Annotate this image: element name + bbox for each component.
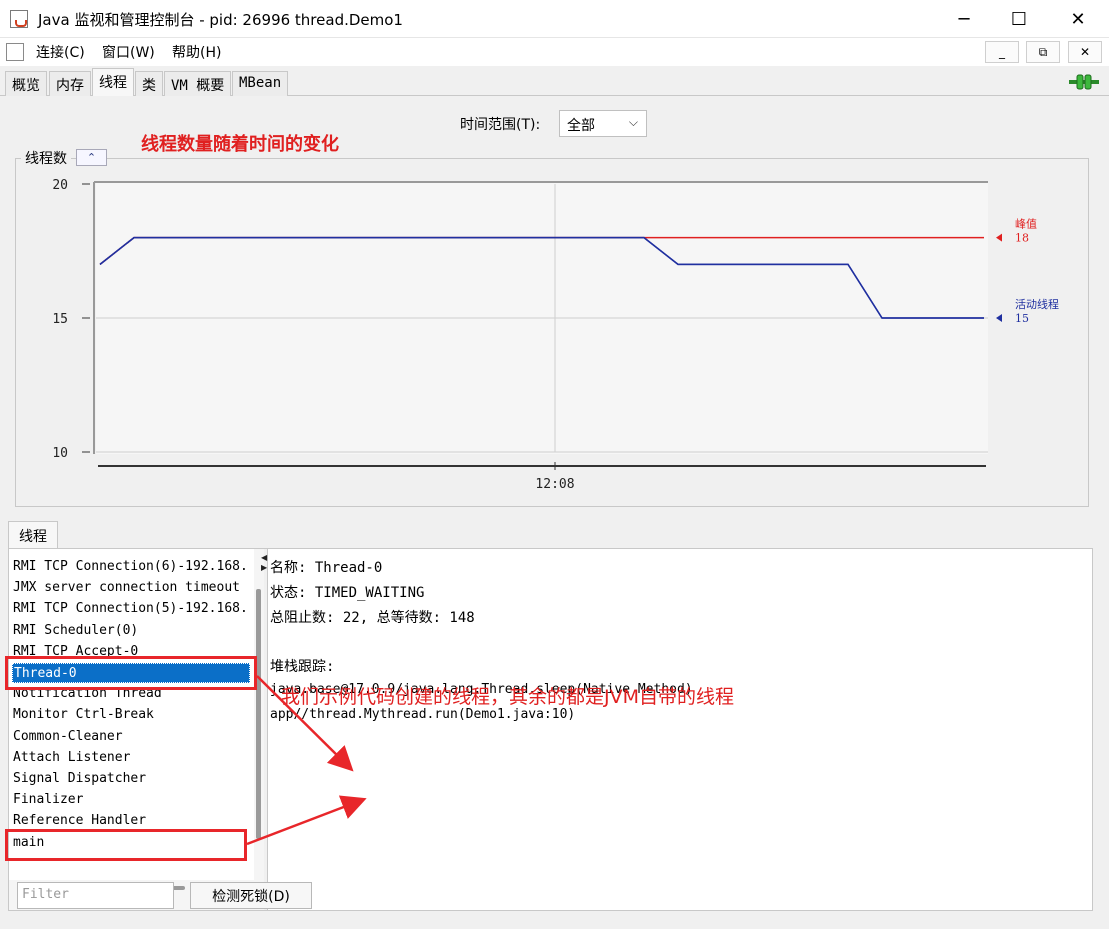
detect-deadlock-button[interactable]: 检测死锁(D) — [190, 882, 312, 909]
title-bar: Java 监视和管理控制台 - pid: 26996 thread.Demo1 … — [0, 0, 1109, 38]
thread-list-item[interactable]: main — [12, 833, 250, 853]
tab-mbean[interactable]: MBean — [232, 71, 289, 96]
thread-list-item[interactable]: Thread-0 — [12, 663, 250, 683]
minimize-button[interactable]: ─ — [939, 0, 989, 38]
stack-trace-title: 堆栈跟踪: — [270, 659, 335, 675]
thread-list-item[interactable]: Signal Dispatcher — [12, 769, 250, 789]
tab-threads[interactable]: 线程 — [92, 68, 134, 97]
close-button[interactable]: ✕ — [1053, 0, 1103, 38]
thread-list-item[interactable]: Reference Handler — [12, 811, 250, 831]
window-title: Java 监视和管理控制台 - pid: 26996 thread.Demo1 — [38, 11, 403, 29]
thread-list-item[interactable]: RMI TCP Connection(6)-192.168. — [12, 557, 250, 577]
chart-annotation: 线程数量随着时间的变化 — [141, 134, 339, 155]
menu-help[interactable]: 帮助(H) — [172, 42, 221, 62]
maximize-button[interactable]: ☐ — [994, 0, 1044, 38]
split-arrows-icon[interactable]: ◀ ▶ — [261, 553, 267, 573]
thread-list-item[interactable]: Notification Thread — [12, 684, 250, 704]
chevron-down-icon: ⌵ — [628, 115, 638, 129]
collapse-chart-button[interactable]: ⌃ — [76, 149, 107, 166]
menu-window[interactable]: 窗口(W) — [102, 42, 155, 62]
scroll-thumb[interactable] — [256, 589, 261, 839]
thread-name: 名称: Thread-0 — [270, 560, 383, 576]
chart-title: 线程数 — [21, 148, 71, 168]
main-tabs: 概览 内存 线程 类 VM 概要 MBean — [0, 66, 1109, 97]
thread-detail: 名称: Thread-0 状态: TIMED_WAITING 总阻止数: 22,… — [269, 549, 1092, 880]
mdi-close-button[interactable]: ✕ — [1068, 41, 1102, 63]
mdi-restore-button[interactable]: ⧉ — [1026, 41, 1060, 63]
thread-list-item[interactable]: JMX server connection timeout — [12, 578, 250, 598]
stack-frame: app//thread.Mythread.run(Demo1.java:10) — [270, 707, 576, 722]
thread-panel: RMI TCP Connection(6)-192.168. JMX server… — [8, 548, 1093, 911]
java-cup-icon — [10, 10, 28, 28]
thread-annotation: 我们示例代码创建的线程，其余的都是JVM自带的线程 — [281, 686, 734, 708]
time-range-select[interactable]: 全部 ⌵ — [559, 110, 647, 137]
thread-list-vscroll[interactable] — [254, 549, 264, 880]
thread-list-item[interactable]: Common-Cleaner — [12, 727, 250, 747]
thread-list[interactable]: RMI TCP Connection(6)-192.168. JMX server… — [9, 549, 254, 880]
java-cup-icon[interactable] — [6, 43, 24, 61]
menu-connect[interactable]: 连接(C) — [36, 42, 85, 62]
tab-memory[interactable]: 内存 — [49, 71, 91, 96]
filter-input[interactable]: Filter — [17, 882, 174, 909]
tab-thread-list[interactable]: 线程 — [8, 521, 58, 549]
thread-list-item[interactable]: RMI TCP Connection(5)-192.168. — [12, 599, 250, 619]
thread-count-chart-panel — [15, 158, 1089, 507]
thread-list-item[interactable]: Finalizer — [12, 790, 250, 810]
menu-bar: 连接(C) 窗口(W) 帮助(H) _ ⧉ ✕ — [0, 38, 1109, 66]
thread-state: 状态: TIMED_WAITING — [270, 585, 425, 601]
connection-icon[interactable] — [1069, 74, 1099, 90]
threads-content: 时间范围(T): 全部 ⌵ 线程数 ⌃ 线程数量随着时间的变化 10 15 20 12… — [0, 96, 1109, 929]
tab-overview[interactable]: 概览 — [5, 71, 47, 96]
tab-vm-summary[interactable]: VM 概要 — [164, 71, 232, 96]
thread-list-item[interactable]: RMI Scheduler(0) — [12, 621, 250, 641]
thread-list-item[interactable]: Attach Listener — [12, 748, 250, 768]
tab-classes[interactable]: 类 — [135, 71, 163, 96]
thread-list-item[interactable]: Monitor Ctrl-Break — [12, 705, 250, 725]
time-range-label: 时间范围(T): — [460, 117, 541, 133]
time-range-value: 全部 — [567, 118, 595, 134]
split-pane-divider[interactable] — [264, 549, 268, 910]
thread-counts: 总阻止数: 22, 总等待数: 148 — [270, 610, 475, 626]
mdi-minimize-button[interactable]: _ — [985, 41, 1019, 63]
thread-list-item[interactable]: RMI TCP Accept-0 — [12, 642, 250, 662]
